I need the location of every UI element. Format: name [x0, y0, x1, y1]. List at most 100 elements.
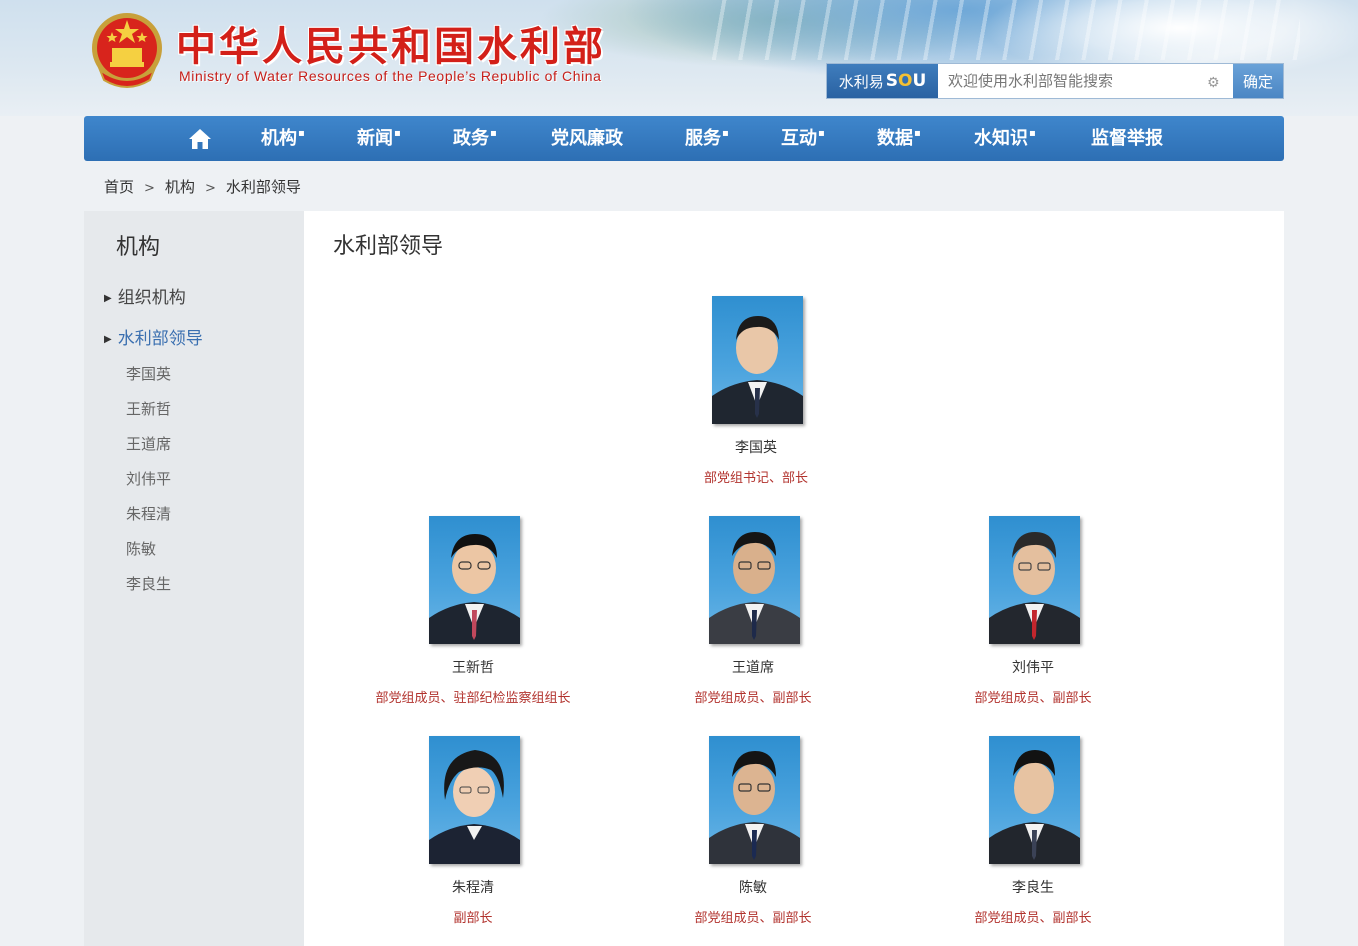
dropdown-caret-icon: ▪	[490, 128, 497, 139]
leader-photo[interactable]	[429, 516, 520, 644]
breadcrumb-current: 水利部领导	[225, 178, 301, 196]
leader-role: 部党组成员、驻部纪检监察组组长	[375, 691, 571, 706]
sidebar-leader-link[interactable]: 李良生	[126, 573, 171, 595]
nav-item-shuizhishi[interactable]: 水知识▪	[974, 116, 1036, 161]
nav-item-dangfeng[interactable]: 党风廉政	[551, 116, 623, 161]
home-icon[interactable]	[188, 128, 212, 150]
leader-card[interactable]: 李国英 部党组书记、部长	[636, 296, 876, 496]
nav-item-label: 新闻	[357, 128, 393, 149]
breadcrumb-separator: >	[204, 181, 216, 196]
leader-photo[interactable]	[989, 736, 1080, 864]
leader-card[interactable]: 陈敏 部党组成员、副部长	[633, 736, 873, 936]
sidebar-leader-link[interactable]: 陈敏	[126, 538, 156, 560]
portrait-icon	[989, 750, 1080, 864]
triangle-right-icon: ▶	[104, 334, 112, 345]
nav-item-label: 服务	[685, 128, 721, 149]
site-title-english: Ministry of Water Resources of the Peopl…	[179, 68, 602, 84]
breadcrumb-home-link[interactable]: 首页	[104, 178, 134, 196]
main-content: 水利部领导 李国英 部党组书记、部长 王新哲 部党组成员、驻部纪检监察组组长 王…	[304, 211, 1284, 946]
leader-photo[interactable]	[712, 296, 803, 424]
nav-item-hudong[interactable]: 互动▪	[781, 116, 825, 161]
leader-card[interactable]: 王道席 部党组成员、副部长	[633, 516, 873, 716]
portrait-icon	[429, 534, 520, 644]
sidebar: 机构 ▶ 组织机构 ▶ 水利部领导 李国英 王新哲 王道席 刘伟平 朱程清 陈敏 李…	[84, 211, 304, 946]
sidebar-item-label: 水利部领导	[117, 329, 203, 349]
sidebar-leader-link[interactable]: 朱程清	[126, 503, 171, 525]
portrait-icon	[429, 750, 520, 864]
leader-card[interactable]: 朱程清 副部长	[353, 736, 593, 936]
leader-role: 部党组成员、副部长	[974, 691, 1092, 706]
nav-item-jigou[interactable]: 机构▪	[261, 116, 305, 161]
leader-role: 部党组成员、副部长	[694, 911, 812, 926]
triangle-right-icon: ▶	[104, 293, 112, 304]
banner-decoration	[700, 0, 1300, 60]
dropdown-caret-icon: ▪	[722, 128, 729, 139]
header-banner: 中华人民共和国水利部 Ministry of Water Resources o…	[0, 0, 1358, 116]
national-emblem-icon	[92, 13, 162, 88]
leader-name[interactable]: 朱程清	[353, 877, 593, 897]
leader-card[interactable]: 刘伟平 部党组成员、副部长	[913, 516, 1153, 716]
nav-item-label: 数据	[877, 128, 913, 149]
leader-name[interactable]: 刘伟平	[913, 657, 1153, 677]
nav-item-label: 党风廉政	[551, 128, 623, 149]
search-brand-u: U	[912, 71, 927, 91]
dropdown-caret-icon: ▪	[818, 128, 825, 139]
sidebar-title: 机构	[116, 235, 161, 260]
leader-card[interactable]: 王新哲 部党组成员、驻部纪检监察组组长	[353, 516, 593, 716]
sidebar-leader-link[interactable]: 王新哲	[126, 398, 171, 420]
search-brand-o: O	[898, 71, 913, 91]
leader-role: 副部长	[453, 911, 493, 926]
nav-item-zhengwu[interactable]: 政务▪	[453, 116, 497, 161]
main-navigation: 机构▪ 新闻▪ 政务▪ 党风廉政 服务▪ 互动▪ 数据▪ 水知识▪ 监督举报	[84, 116, 1284, 161]
nav-item-xinwen[interactable]: 新闻▪	[357, 116, 401, 161]
leader-photo[interactable]	[429, 736, 520, 864]
sidebar-leader-link[interactable]: 王道席	[126, 433, 171, 455]
nav-item-label: 政务	[453, 128, 489, 149]
leader-card[interactable]: 李良生 部党组成员、副部长	[913, 736, 1153, 936]
leader-role: 部党组成员、副部长	[694, 691, 812, 706]
site-title-chinese: 中华人民共和国水利部	[176, 24, 606, 70]
sidebar-item-label: 组织机构	[117, 288, 186, 308]
leader-name[interactable]: 王新哲	[353, 657, 593, 677]
nav-item-fuwu[interactable]: 服务▪	[685, 116, 729, 161]
leader-name[interactable]: 王道席	[633, 657, 873, 677]
search-brand-logo: 水利易 SOU	[827, 64, 938, 98]
leader-photo[interactable]	[989, 516, 1080, 644]
gear-icon[interactable]: ⚙	[1207, 76, 1221, 90]
search-submit-button[interactable]: 确定	[1233, 64, 1283, 98]
leader-photo[interactable]	[709, 516, 800, 644]
portrait-icon	[709, 532, 800, 644]
breadcrumb-jigou-link[interactable]: 机构	[165, 178, 195, 196]
leader-photo[interactable]	[709, 736, 800, 864]
nav-item-label: 机构	[261, 128, 297, 149]
leader-role: 部党组书记、部长	[703, 471, 808, 486]
search-bar: 水利易 SOU ⚙ 确定	[826, 63, 1284, 99]
portrait-icon	[989, 532, 1080, 644]
sidebar-leader-link[interactable]: 李国英	[126, 363, 171, 385]
page-title: 水利部领导	[333, 234, 444, 259]
sidebar-item-zuzhijigou[interactable]: ▶ 组织机构	[104, 283, 186, 308]
nav-item-jiandu[interactable]: 监督举报	[1091, 116, 1163, 161]
search-brand-prefix: 水利易	[838, 72, 884, 91]
nav-item-label: 监督举报	[1091, 128, 1163, 149]
search-input[interactable]	[938, 64, 1233, 98]
dropdown-caret-icon: ▪	[914, 128, 921, 139]
leader-role: 部党组成员、副部长	[974, 911, 1092, 926]
breadcrumb-separator: >	[144, 181, 155, 196]
search-brand-s: S	[885, 71, 898, 91]
dropdown-caret-icon: ▪	[298, 128, 305, 139]
nav-item-label: 互动	[781, 128, 817, 149]
nav-item-shuju[interactable]: 数据▪	[877, 116, 921, 161]
leader-name[interactable]: 李良生	[913, 877, 1153, 897]
search-brand-sou: SOU	[886, 71, 927, 91]
sidebar-leader-link[interactable]: 刘伟平	[126, 468, 171, 490]
dropdown-caret-icon: ▪	[394, 128, 401, 139]
portrait-icon	[712, 316, 803, 424]
portrait-icon	[709, 751, 800, 864]
nav-item-label: 水知识	[974, 128, 1028, 149]
sidebar-item-leaders[interactable]: ▶ 水利部领导	[104, 324, 203, 349]
breadcrumb: 首页 > 机构 > 水利部领导	[104, 176, 301, 198]
dropdown-caret-icon: ▪	[1029, 128, 1036, 139]
leader-name[interactable]: 陈敏	[633, 877, 873, 897]
leader-name[interactable]: 李国英	[636, 437, 876, 457]
